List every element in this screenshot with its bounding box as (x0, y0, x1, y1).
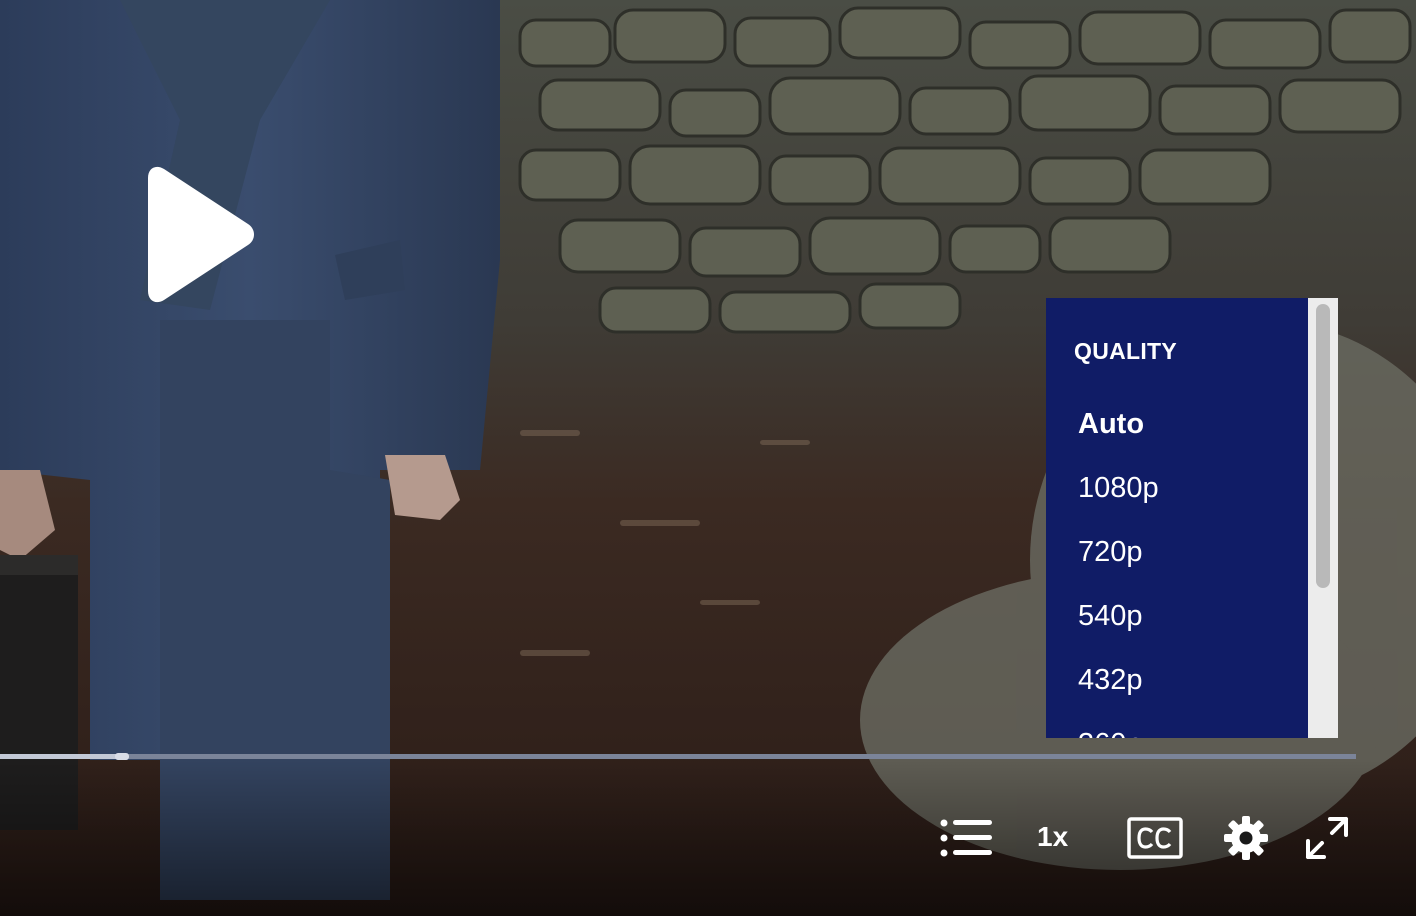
playlist-icon (940, 819, 992, 857)
quality-option-540p[interactable]: 540p (1078, 594, 1159, 658)
fullscreen-button[interactable] (1304, 815, 1350, 861)
quality-menu[interactable]: QUALITY Auto 1080p 720p 540p 432p 360p (1046, 298, 1338, 738)
quality-option-1080p[interactable]: 1080p (1078, 466, 1159, 530)
quality-options-list: Auto 1080p 720p 540p 432p 360p (1078, 402, 1159, 738)
quality-menu-scroll-thumb[interactable] (1316, 304, 1330, 588)
playlist-button[interactable] (938, 814, 994, 862)
quality-option-720p[interactable]: 720p (1078, 530, 1159, 594)
quality-option-360p[interactable]: 360p (1078, 722, 1159, 738)
quality-option-auto[interactable]: Auto (1078, 402, 1159, 466)
play-button[interactable] (130, 160, 270, 310)
cc-icon (1127, 817, 1183, 859)
progress-fill (0, 754, 122, 759)
quality-menu-scrollbar[interactable] (1308, 298, 1338, 738)
gear-icon (1224, 816, 1268, 860)
video-player[interactable]: QUALITY Auto 1080p 720p 540p 432p 360p 1… (0, 0, 1416, 916)
control-bar (0, 760, 1416, 916)
progress-bar[interactable] (0, 753, 1356, 760)
play-icon (148, 166, 254, 303)
progress-handle[interactable] (115, 753, 129, 760)
settings-button[interactable] (1223, 815, 1269, 861)
expand-icon (1306, 817, 1348, 859)
quality-option-432p[interactable]: 432p (1078, 658, 1159, 722)
playback-speed-button[interactable]: 1x (1037, 817, 1085, 857)
quality-menu-title: QUALITY (1074, 338, 1178, 364)
captions-button[interactable] (1127, 816, 1183, 860)
